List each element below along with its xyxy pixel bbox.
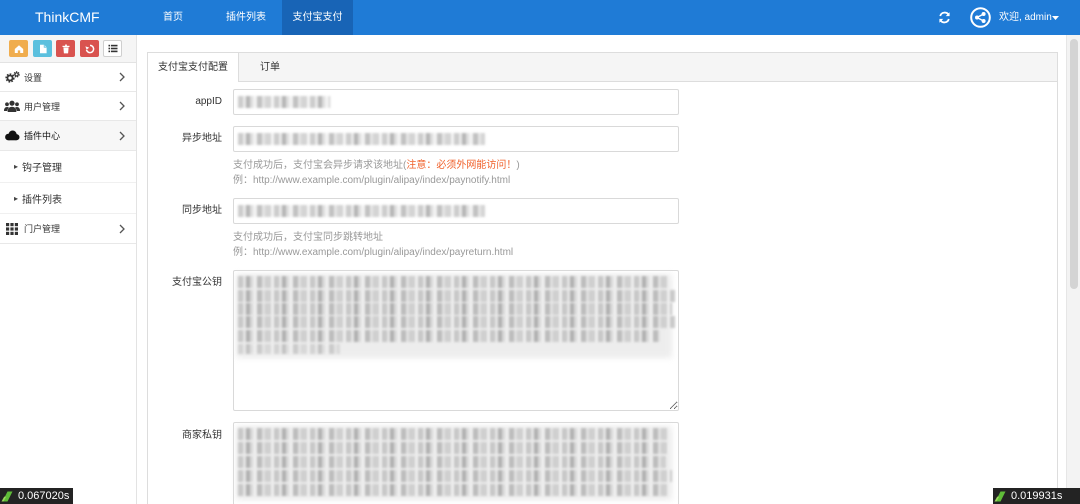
share-alt-icon[interactable] xyxy=(970,7,991,28)
sidebar-item-label: 插件中心 xyxy=(24,131,61,141)
tab-bar: 支付宝支付配置 订单 xyxy=(148,53,1057,82)
help-text: ) xyxy=(516,160,520,171)
debug-trace-badge-left[interactable]: 0.067020s xyxy=(0,488,73,504)
sidebar-toolbar xyxy=(0,35,136,63)
brand-logo[interactable]: ThinkCMF xyxy=(35,0,100,35)
cloud-icon xyxy=(4,129,20,142)
sidebar-item-portal[interactable]: 门户管理 xyxy=(0,214,136,244)
home-icon xyxy=(14,44,23,53)
return-url-help: 支付成功后，支付宝同步跳转地址 xyxy=(233,232,383,243)
return-url-label: 同步地址 xyxy=(182,205,222,216)
trash-button[interactable] xyxy=(56,40,75,57)
sidebar-item-users[interactable]: 用户管理 xyxy=(0,92,136,121)
th-icon xyxy=(4,222,20,235)
return-url-example: 例：http://www.example.com/plugin/alipay/i… xyxy=(233,247,514,258)
sidebar: 设置 用户管理 插件中心 ▸ 钩子管理 ▸ 插件列表 门户管理 xyxy=(0,35,137,504)
sidebar-item-label: 用户管理 xyxy=(24,101,61,112)
vertical-scrollbar[interactable] xyxy=(1066,35,1080,504)
caret-right-icon: ▸ xyxy=(14,193,19,203)
app-id-label: appID xyxy=(195,96,222,107)
sidebar-subitem-label: 插件列表 xyxy=(22,194,62,206)
user-greeting[interactable]: 欢迎, admin xyxy=(999,0,1052,35)
nav-item-alipay[interactable]: 支付宝支付 xyxy=(282,0,353,35)
sidebar-item-plugin-center[interactable]: 插件中心 xyxy=(0,121,136,151)
sidebar-subitem-plugin-list[interactable]: ▸ 插件列表 xyxy=(0,183,136,214)
notify-url-label: 异步地址 xyxy=(182,133,222,144)
list-icon xyxy=(108,44,117,53)
sidebar-subitem-label: 钩子管理 xyxy=(22,163,62,174)
runtime-text: 0.067020s xyxy=(18,490,70,502)
home-button[interactable] xyxy=(9,40,28,57)
chevron-right-icon xyxy=(119,224,125,233)
users-icon xyxy=(4,100,20,113)
nav-item-plugin-list[interactable]: 插件列表 xyxy=(218,0,274,35)
caret-right-icon: ▸ xyxy=(14,162,19,171)
chevron-right-icon xyxy=(119,131,125,140)
thinkphp-trace-icon xyxy=(993,488,1008,504)
tab-alipay-config[interactable]: 支付宝支付配置 xyxy=(148,53,239,82)
chevron-right-icon xyxy=(119,72,125,82)
merchant-private-key-label: 商家私钥 xyxy=(182,430,222,441)
help-text: 支付成功后，支付宝会异步请求该地址( xyxy=(233,160,407,171)
merchant-private-key-textarea[interactable] xyxy=(233,422,679,504)
top-navbar: ThinkCMF 首页 插件列表 支付宝支付 欢迎, admin xyxy=(0,0,1080,35)
app-id-input[interactable] xyxy=(233,89,679,115)
file-button[interactable] xyxy=(33,40,52,57)
refresh-icon[interactable] xyxy=(938,11,951,24)
recycle-button[interactable] xyxy=(80,40,99,57)
config-panel: 支付宝支付配置 订单 appID 异步地址 支付成功后，支付宝会异步请求该地址(… xyxy=(147,52,1058,504)
sidebar-item-label: 门户管理 xyxy=(24,224,61,234)
alipay-public-key-textarea[interactable] xyxy=(233,270,679,411)
thinkphp-trace-icon xyxy=(0,488,15,504)
sidebar-item-label: 设置 xyxy=(24,72,43,83)
warning-text: 注意：必须外网能访问！ xyxy=(406,160,517,171)
recycle-icon xyxy=(84,44,94,53)
debug-trace-badge-right[interactable]: 0.019931s xyxy=(993,488,1080,504)
caret-down-icon[interactable] xyxy=(1052,16,1059,20)
sidebar-subitem-hooks[interactable]: ▸ 钩子管理 xyxy=(0,151,136,183)
notify-url-help: 支付成功后，支付宝会异步请求该地址(注意：必须外网能访问！) xyxy=(233,159,520,173)
list-button[interactable] xyxy=(103,40,122,57)
tab-orders[interactable]: 订单 xyxy=(250,53,290,82)
notify-url-input[interactable] xyxy=(233,126,679,152)
alipay-public-key-label: 支付宝公钥 xyxy=(172,277,222,288)
return-url-input[interactable] xyxy=(233,198,679,224)
trash-icon xyxy=(62,44,69,53)
scrollbar-thumb[interactable] xyxy=(1070,39,1078,289)
runtime-text: 0.019931s xyxy=(1011,490,1063,502)
chevron-right-icon xyxy=(119,101,125,111)
sidebar-item-settings[interactable]: 设置 xyxy=(0,63,136,92)
cogs-icon xyxy=(4,71,20,84)
nav-item-home[interactable]: 首页 xyxy=(152,0,194,35)
file-icon xyxy=(39,44,47,53)
notify-url-example: 例：http://www.example.com/plugin/alipay/i… xyxy=(233,175,511,186)
